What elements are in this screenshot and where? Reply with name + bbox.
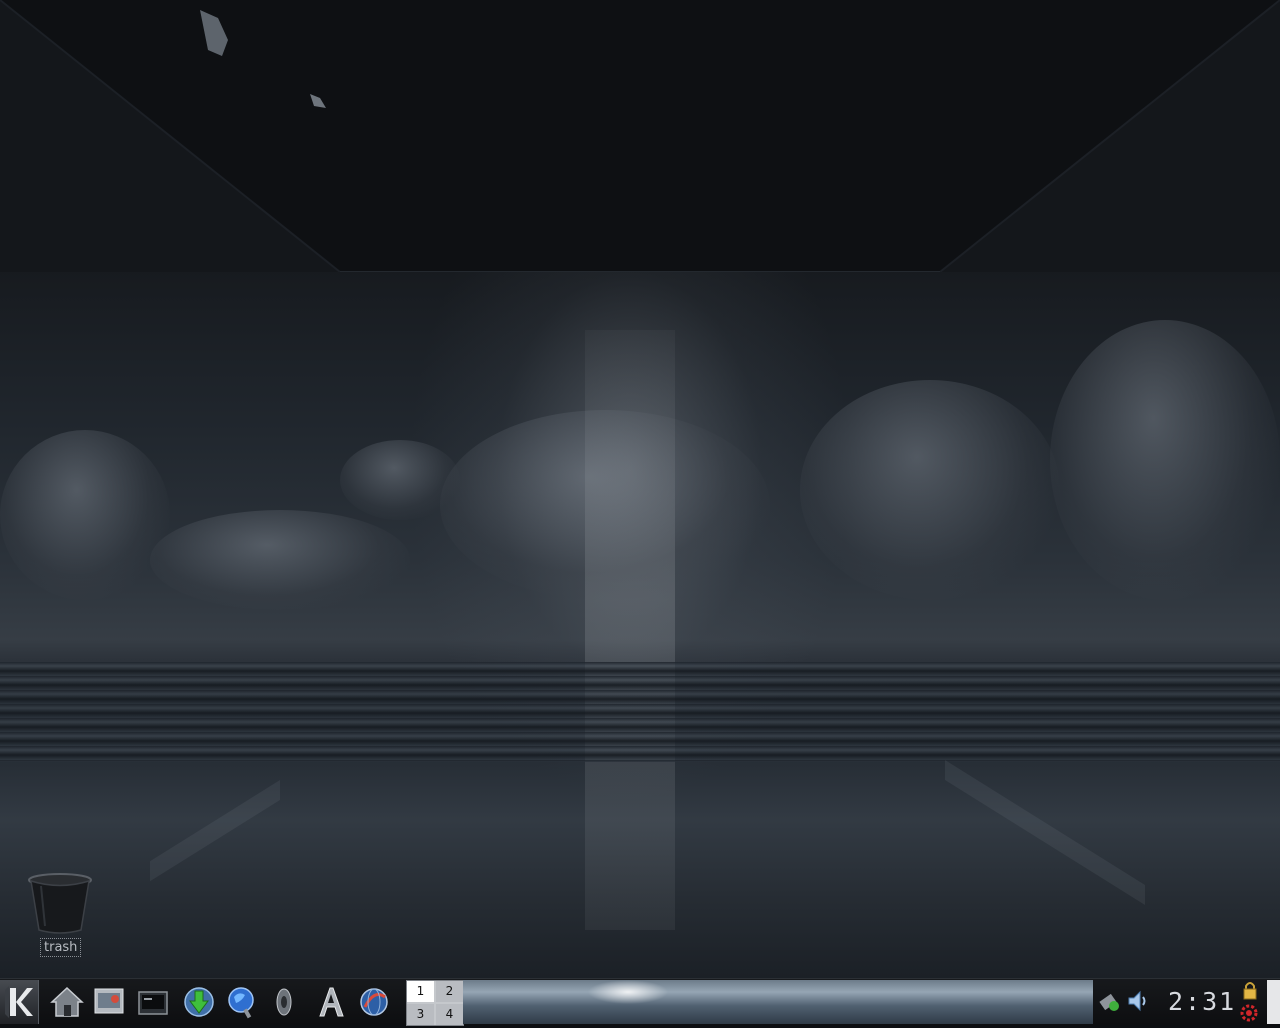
wallpaper-sun-ray [585, 330, 675, 930]
tray-volume[interactable] [1125, 989, 1149, 1013]
network-icon [1099, 993, 1119, 1011]
launcher-home-folder[interactable] [50, 985, 84, 1019]
kde-k-menu-icon [5, 986, 33, 1018]
lock-icon [1243, 982, 1257, 1000]
terminal-icon [138, 991, 168, 1015]
font-tool-icon [319, 987, 344, 1017]
audio-player-icon [276, 988, 292, 1016]
web-browser-icon [228, 987, 254, 1019]
trash-label: trash [40, 938, 82, 957]
desktop-wallpaper[interactable]: trash [0, 0, 1280, 978]
logout-button[interactable] [1238, 1002, 1260, 1024]
k-menu-button[interactable] [0, 980, 39, 1024]
kde-panel: 1 2 3 4 2:31 [0, 978, 1280, 1026]
digital-clock[interactable]: 2:31 [1168, 988, 1234, 1016]
speaker-icon [1128, 990, 1146, 1012]
trash-desktop-icon[interactable]: trash [22, 870, 98, 960]
lock-screen-button[interactable] [1240, 980, 1260, 1000]
desktop-pager: 1 2 3 4 [406, 980, 464, 1026]
pager-desktop-1[interactable]: 1 [407, 981, 434, 1002]
launcher-internet-globe[interactable] [357, 985, 391, 1019]
wallpaper-room-frame [0, 0, 1280, 272]
pager-desktop-4[interactable]: 4 [436, 1004, 463, 1025]
tray-network[interactable] [1098, 989, 1122, 1013]
launcher-font-tool[interactable] [314, 985, 348, 1019]
launcher-control-center[interactable] [92, 985, 126, 1019]
launcher-web-browser[interactable] [225, 985, 259, 1019]
panel-hide-button[interactable] [1267, 980, 1280, 1024]
launcher-terminal[interactable] [136, 985, 170, 1019]
trash-bin-icon [28, 873, 92, 934]
control-center-icon [94, 988, 124, 1014]
pager-desktop-3[interactable]: 3 [407, 1004, 434, 1025]
internet-globe-icon [360, 988, 388, 1016]
launcher-audio-player[interactable] [270, 985, 304, 1019]
launcher-download-manager[interactable] [182, 985, 216, 1019]
download-manager-icon [184, 987, 214, 1017]
home-folder-icon [50, 986, 84, 1017]
pager-desktop-2[interactable]: 2 [436, 981, 463, 1002]
logout-icon [1240, 1004, 1258, 1022]
wallpaper-sea [0, 662, 1280, 762]
taskbar-window-list[interactable] [463, 980, 1093, 1024]
